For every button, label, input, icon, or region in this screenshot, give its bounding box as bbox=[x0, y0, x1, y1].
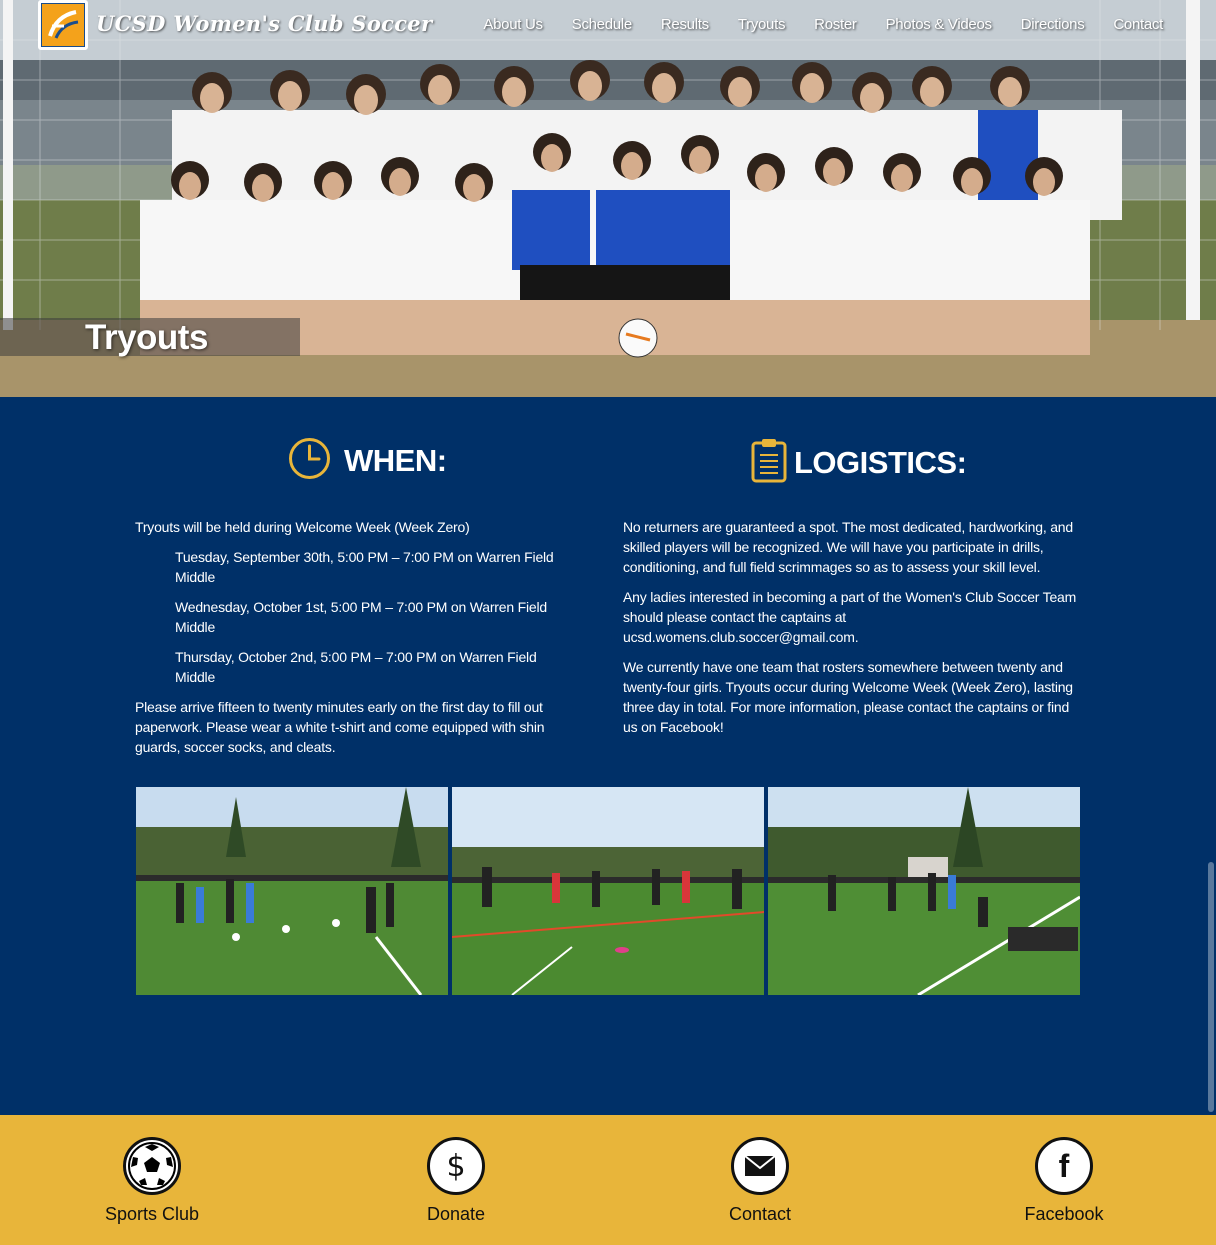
facebook-icon[interactable]: f bbox=[1035, 1137, 1093, 1195]
main-nav: About Us Schedule Results Tryouts Roster… bbox=[454, 16, 1163, 33]
footer-sports-club[interactable]: Sports Club bbox=[52, 1137, 252, 1225]
tryout-photo-1[interactable] bbox=[136, 787, 448, 995]
nav-tryouts[interactable]: Tryouts bbox=[738, 16, 786, 33]
logistics-header: LOGISTICS: bbox=[750, 437, 967, 488]
page-scrollbar[interactable] bbox=[1208, 862, 1214, 1112]
nav-schedule[interactable]: Schedule bbox=[572, 16, 632, 33]
tryout-date-2: Wednesday, October 1st, 5:00 PM – 7:00 P… bbox=[175, 599, 547, 635]
when-note: Please arrive fifteen to twenty minutes … bbox=[135, 699, 545, 755]
tryout-photo-gallery bbox=[136, 787, 1080, 995]
logistics-heading: LOGISTICS: bbox=[794, 444, 967, 480]
footer-contact-label: Contact bbox=[728, 1204, 792, 1224]
tryout-date-3: Thursday, October 2nd, 5:00 PM – 7:00 PM… bbox=[175, 649, 537, 685]
dollar-icon[interactable]: $ bbox=[427, 1137, 485, 1195]
logistics-paragraph-2: Any ladies interested in becoming a part… bbox=[623, 589, 1077, 645]
when-intro: Tryouts will be held during Welcome Week… bbox=[135, 519, 470, 535]
footer-donate[interactable]: $ Donate bbox=[356, 1137, 556, 1225]
logistics-paragraph-1: No returners are guaranteed a spot. The … bbox=[623, 519, 1073, 575]
footer: Sports Club $ Donate Contact f Facebook bbox=[0, 1115, 1216, 1245]
tryout-photo-3[interactable] bbox=[768, 787, 1080, 995]
nav-photos-videos[interactable]: Photos & Videos bbox=[886, 16, 992, 33]
logo-icon bbox=[38, 0, 88, 50]
footer-facebook[interactable]: f Facebook bbox=[964, 1137, 1164, 1225]
logistics-paragraph-3: We currently have one team that rosters … bbox=[623, 659, 1073, 735]
nav-about-us[interactable]: About Us bbox=[483, 16, 543, 33]
clipboard-icon bbox=[750, 437, 788, 488]
when-text: Tryouts will be held during Welcome Week… bbox=[135, 517, 575, 767]
footer-contact[interactable]: Contact bbox=[660, 1137, 860, 1225]
footer-donate-label: Donate bbox=[426, 1204, 486, 1224]
site-logo[interactable]: UCSD Women's Club Soccer bbox=[38, 0, 432, 50]
tryout-photo-2[interactable] bbox=[452, 787, 764, 995]
nav-directions[interactable]: Directions bbox=[1021, 16, 1085, 33]
when-header: WHEN: bbox=[288, 437, 447, 485]
nav-roster[interactable]: Roster bbox=[814, 16, 857, 33]
soccer-ball-icon[interactable] bbox=[123, 1137, 181, 1195]
hero-banner: UCSD Women's Club Soccer About Us Schedu… bbox=[0, 0, 1216, 397]
nav-contact[interactable]: Contact bbox=[1113, 16, 1163, 33]
logistics-text: No returners are guaranteed a spot. The … bbox=[623, 517, 1085, 747]
envelope-icon[interactable] bbox=[731, 1137, 789, 1195]
tryout-date-1: Tuesday, September 30th, 5:00 PM – 7:00 … bbox=[175, 549, 554, 585]
when-heading: WHEN: bbox=[344, 443, 447, 478]
nav-results[interactable]: Results bbox=[661, 16, 709, 33]
tryouts-content: WHEN: LOGISTICS: Tryouts will be held du… bbox=[0, 397, 1216, 1115]
footer-facebook-label: Facebook bbox=[1024, 1204, 1104, 1224]
page-title: Tryouts bbox=[85, 318, 208, 357]
footer-sports-club-label: Sports Club bbox=[104, 1204, 200, 1224]
site-title[interactable]: UCSD Women's Club Soccer bbox=[96, 11, 432, 36]
clock-icon bbox=[288, 437, 331, 485]
